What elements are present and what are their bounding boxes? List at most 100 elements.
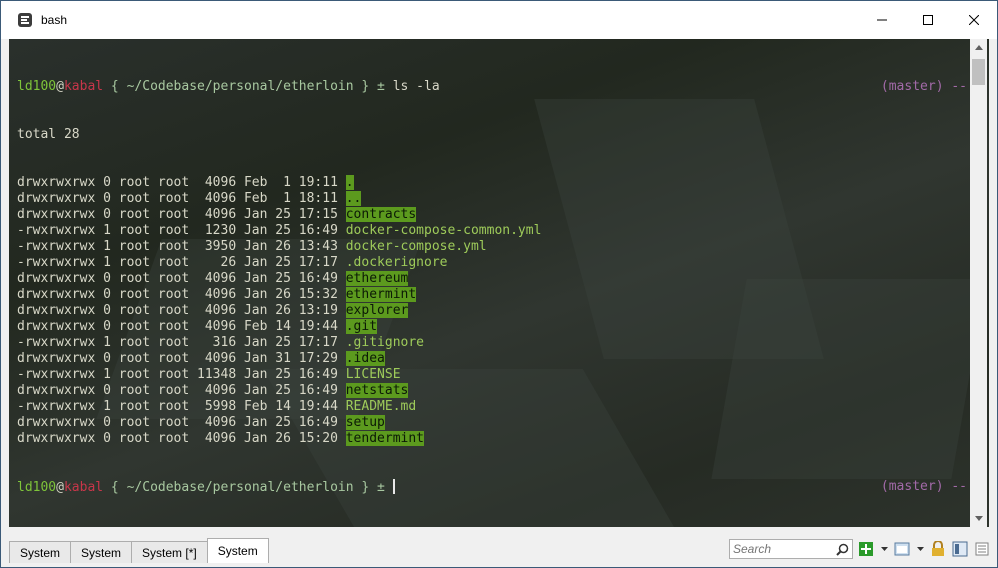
ls-entry: drwxrwxrwx 0 root root 4096 Jan 25 16:49… xyxy=(17,271,967,287)
entry-meta: -rwxrwxrwx 1 root root 3950 Jan 26 13:43 xyxy=(17,239,346,254)
prompt-host: kabal xyxy=(63,480,104,495)
scroll-thumb[interactable] xyxy=(972,59,985,85)
entry-meta: drwxrwxrwx 0 root root 4096 Feb 14 19:44 xyxy=(17,319,346,334)
ls-entry: drwxrwxrwx 0 root root 4096 Jan 31 17:29… xyxy=(17,351,967,367)
console-tab[interactable]: System xyxy=(70,541,133,563)
entry-name: .. xyxy=(345,191,362,206)
entry-meta: drwxrwxrwx 0 root root 4096 Jan 26 15:20 xyxy=(17,431,346,446)
prompt-branch: (master) -- xyxy=(880,79,967,94)
close-button[interactable] xyxy=(951,1,997,39)
split-view-button[interactable] xyxy=(951,540,969,558)
terminal-output[interactable]: ld100@kabal { ~/Codebase/personal/etherl… xyxy=(9,39,989,527)
entry-name: ethermint xyxy=(345,287,417,302)
window-title: bash xyxy=(41,13,68,27)
entry-meta: drwxrwxrwx 0 root root 4096 Jan 26 15:32 xyxy=(17,287,346,302)
prompt-user: ld100 xyxy=(17,480,57,495)
prompt-path: { ~/Codebase/personal/etherloin } ± xyxy=(103,79,393,94)
search-box[interactable] xyxy=(729,539,853,559)
entry-meta: -rwxrwxrwx 1 root root 5998 Feb 14 19:44 xyxy=(17,399,346,414)
entry-meta: drwxrwxrwx 0 root root 4096 Jan 25 16:49 xyxy=(17,271,346,286)
prompt-branch: (master) -- xyxy=(880,479,967,494)
prompt-path: { ~/Codebase/personal/etherloin } ± xyxy=(103,480,393,495)
entry-meta: drwxrwxrwx 0 root root 4096 Jan 25 16:49 xyxy=(17,415,346,430)
ls-entry: drwxrwxrwx 0 root root 4096 Jan 25 16:49… xyxy=(17,415,967,431)
menu-button[interactable] xyxy=(973,540,991,558)
vertical-scrollbar[interactable] xyxy=(970,39,987,527)
ls-entry: -rwxrwxrwx 1 root root 26 Jan 25 17:17 .… xyxy=(17,255,967,271)
search-input[interactable] xyxy=(733,542,829,556)
prompt-user: ld100 xyxy=(17,79,57,94)
entry-meta: drwxrwxrwx 0 root root 4096 Feb 1 18:11 xyxy=(17,191,346,206)
entry-name: docker-compose.yml xyxy=(345,239,487,254)
entry-meta: drwxrwxrwx 0 root root 4096 Feb 1 19:11 xyxy=(17,175,346,190)
entry-name: tendermint xyxy=(345,431,425,446)
entry-name: setup xyxy=(345,415,385,430)
prompt-line-current[interactable]: ld100@kabal { ~/Codebase/personal/etherl… xyxy=(17,479,967,495)
status-bar: System System System [*] System xyxy=(9,537,991,563)
view-dropdown[interactable] xyxy=(915,540,925,558)
entry-meta: -rwxrwxrwx 1 root root 1230 Jan 25 16:49 xyxy=(17,223,346,238)
ls-entry: -rwxrwxrwx 1 root root 3950 Jan 26 13:43… xyxy=(17,239,967,255)
entry-meta: drwxrwxrwx 0 root root 4096 Jan 26 13:19 xyxy=(17,303,346,318)
entry-meta: -rwxrwxrwx 1 root root 26 Jan 25 17:17 xyxy=(17,255,346,270)
entry-name: . xyxy=(345,175,354,190)
console-icon[interactable] xyxy=(17,12,33,28)
minimize-button[interactable] xyxy=(859,1,905,39)
prompt-at: @ xyxy=(56,480,64,495)
entry-name: .idea xyxy=(345,351,385,366)
prompt-at: @ xyxy=(56,79,64,94)
plus-icon xyxy=(859,542,873,556)
ls-entry: drwxrwxrwx 0 root root 4096 Jan 26 15:20… xyxy=(17,431,967,447)
console-tab[interactable]: System [*] xyxy=(131,541,208,563)
lock-icon xyxy=(932,541,944,556)
scroll-down-button[interactable] xyxy=(970,510,987,527)
view-button[interactable] xyxy=(893,540,911,558)
ls-entry: -rwxrwxrwx 1 root root 11348 Jan 25 16:4… xyxy=(17,367,967,383)
entry-name: LICENSE xyxy=(345,367,401,382)
entry-meta: -rwxrwxrwx 1 root root 316 Jan 25 17:17 xyxy=(17,335,346,350)
scroll-up-button[interactable] xyxy=(970,39,987,56)
close-icon xyxy=(969,15,979,25)
entry-name: .gitignore xyxy=(345,335,425,350)
command-text: ls -la xyxy=(392,79,440,94)
new-console-dropdown[interactable] xyxy=(879,540,889,558)
menu-icon xyxy=(975,542,989,556)
chevron-down-icon xyxy=(974,516,983,521)
ls-entry: drwxrwxrwx 0 root root 4096 Jan 26 15:32… xyxy=(17,287,967,303)
ls-entry: drwxrwxrwx 0 root root 4096 Feb 1 19:11 … xyxy=(17,175,967,191)
search-icon[interactable] xyxy=(836,543,849,556)
entry-meta: -rwxrwxrwx 1 root root 11348 Jan 25 16:4… xyxy=(17,367,346,382)
ls-entry: drwxrwxrwx 0 root root 4096 Feb 1 18:11 … xyxy=(17,191,967,207)
ls-entry: -rwxrwxrwx 1 root root 316 Jan 25 17:17 … xyxy=(17,335,967,351)
entry-name: contracts xyxy=(345,207,417,222)
entry-name: netstats xyxy=(345,383,409,398)
minimize-icon xyxy=(877,19,887,21)
chevron-down-icon xyxy=(880,547,888,551)
ls-entry: drwxrwxrwx 0 root root 4096 Feb 14 19:44… xyxy=(17,319,967,335)
console-tab[interactable]: System xyxy=(206,538,269,563)
chevron-down-icon xyxy=(916,547,924,551)
maximize-icon xyxy=(923,15,933,25)
entry-name: .dockerignore xyxy=(345,255,448,270)
prompt-host: kabal xyxy=(63,79,104,94)
prompt-line: ld100@kabal { ~/Codebase/personal/etherl… xyxy=(17,79,967,95)
entry-name: ethereum xyxy=(345,271,409,286)
ls-entry: -rwxrwxrwx 1 root root 5998 Feb 14 19:44… xyxy=(17,399,967,415)
entry-meta: drwxrwxrwx 0 root root 4096 Jan 25 17:15 xyxy=(17,207,346,222)
ls-entry: drwxrwxrwx 0 root root 4096 Jan 25 17:15… xyxy=(17,207,967,223)
new-console-button[interactable] xyxy=(857,540,875,558)
ls-entry: drwxrwxrwx 0 root root 4096 Jan 26 13:19… xyxy=(17,303,967,319)
window-icon xyxy=(894,542,910,556)
console-tab[interactable]: System xyxy=(9,541,72,563)
console-window: bash ld100@kabal { ~/Codebase/personal/e… xyxy=(0,0,998,568)
total-line: total 28 xyxy=(17,127,80,142)
lock-button[interactable] xyxy=(929,540,947,558)
entry-name: .git xyxy=(345,319,378,334)
entry-meta: drwxrwxrwx 0 root root 4096 Jan 31 17:29 xyxy=(17,351,346,366)
maximize-button[interactable] xyxy=(905,1,951,39)
text-cursor xyxy=(392,479,395,494)
entry-name: README.md xyxy=(345,399,417,414)
split-view-icon xyxy=(952,541,968,557)
title-bar[interactable]: bash xyxy=(1,1,997,39)
ls-entry: -rwxrwxrwx 1 root root 1230 Jan 25 16:49… xyxy=(17,223,967,239)
